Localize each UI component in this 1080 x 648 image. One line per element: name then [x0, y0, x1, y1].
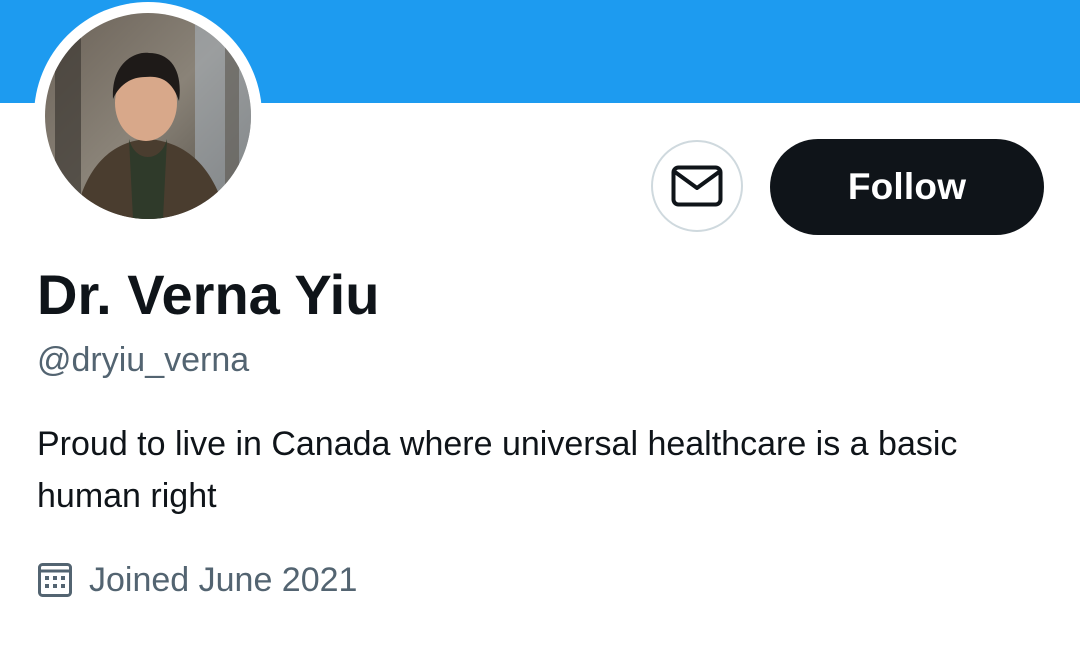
avatar-photo — [45, 13, 251, 219]
display-name: Dr. Verna Yiu — [37, 263, 380, 326]
calendar-icon — [37, 562, 73, 598]
user-handle: @dryiu_verna — [37, 341, 250, 379]
joined-date: Joined June 2021 — [89, 560, 358, 599]
follow-button[interactable]: Follow — [770, 139, 1044, 235]
profile-bio: Proud to live in Canada where universal … — [37, 425, 958, 515]
envelope-icon — [671, 165, 723, 207]
avatar[interactable] — [45, 13, 251, 219]
message-button[interactable] — [651, 140, 743, 232]
joined-date-row: Joined June 2021 — [37, 559, 357, 601]
